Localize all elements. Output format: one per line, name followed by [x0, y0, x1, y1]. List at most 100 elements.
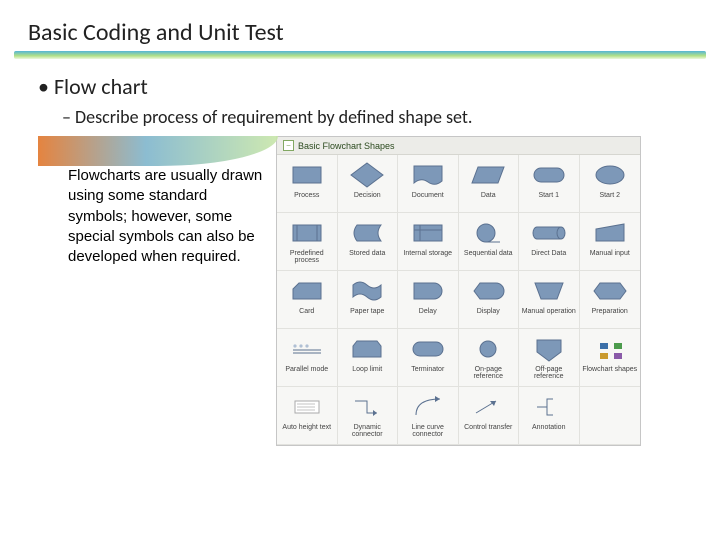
shape-cell[interactable]: Predefined process: [277, 213, 338, 271]
left-description: Flowcharts are usually drawn using some …: [38, 136, 276, 267]
shape-cell[interactable]: Dynamic connector: [338, 387, 399, 445]
shape-label: Parallel mode: [283, 365, 330, 373]
shape-label: Control transfer: [462, 423, 514, 431]
diamond-shape-icon: [347, 159, 387, 191]
shape-label: Terminator: [409, 365, 446, 373]
shape-cell[interactable]: Process: [277, 155, 338, 213]
shape-cell[interactable]: Line curve connector: [398, 387, 459, 445]
circle-shape-icon: [468, 333, 508, 365]
shape-label: Manual operation: [520, 307, 578, 315]
manualin-shape-icon: [590, 217, 630, 249]
content-row: Flowcharts are usually drawn using some …: [38, 128, 694, 446]
shape-label: Preparation: [590, 307, 630, 315]
shape-label: Start 1: [536, 191, 561, 199]
delay-shape-icon: [408, 275, 448, 307]
shape-label: Annotation: [530, 423, 567, 431]
bullet-level-1: Flow chart: [38, 73, 694, 100]
ellipse-shape-icon: [590, 159, 630, 191]
shape-cell[interactable]: Terminator: [398, 329, 459, 387]
shape-cell[interactable]: Loop limit: [338, 329, 399, 387]
parallelogram-shape-icon: [468, 159, 508, 191]
shape-label: Start 2: [597, 191, 622, 199]
textbox-shape-icon: [287, 391, 327, 423]
internal-shape-icon: [408, 217, 448, 249]
shape-label: Paper tape: [348, 307, 386, 315]
palette-title: Basic Flowchart Shapes: [298, 141, 395, 151]
slide-title: Basic Coding and Unit Test: [0, 0, 720, 51]
shape-label: Decision: [352, 191, 383, 199]
shape-cell[interactable]: Document: [398, 155, 459, 213]
shape-cell[interactable]: Manual operation: [519, 271, 580, 329]
shape-cell[interactable]: Delay: [398, 271, 459, 329]
shape-cell[interactable]: Manual input: [580, 213, 641, 271]
shape-cell[interactable]: Control transfer: [459, 387, 520, 445]
manualop-shape-icon: [529, 275, 569, 307]
title-underline: [14, 51, 706, 59]
shape-cell[interactable]: Flowchart shapes: [580, 329, 641, 387]
bullet-level-2: Describe process of requirement by defin…: [38, 100, 694, 128]
shape-label: Sequential data: [462, 249, 515, 257]
palette-header[interactable]: − Basic Flowchart Shapes: [277, 137, 640, 155]
shapes-palette: − Basic Flowchart Shapes Process Decision…: [276, 136, 641, 446]
shape-label: Internal storage: [401, 249, 454, 257]
shape-label: Direct Data: [529, 249, 568, 257]
offpage-shape-icon: [529, 333, 569, 365]
shapes-grid: Process Decision Document Data Start 1 Start …: [277, 155, 640, 445]
shape-cell[interactable]: Internal storage: [398, 213, 459, 271]
shape-label: Data: [479, 191, 498, 199]
shape-cell[interactable]: Off-page reference: [519, 329, 580, 387]
shape-label: Delay: [417, 307, 439, 315]
shape-cell[interactable]: Display: [459, 271, 520, 329]
terminator-shape-icon: [529, 159, 569, 191]
shape-label: Card: [297, 307, 316, 315]
empty-cell: [580, 387, 641, 445]
shape-label: Display: [475, 307, 502, 315]
shape-label: Dynamic connector: [338, 423, 398, 439]
document-shape-icon: [408, 159, 448, 191]
papertape-shape-icon: [347, 275, 387, 307]
collapse-icon[interactable]: −: [283, 140, 294, 151]
shape-label: Document: [410, 191, 446, 199]
swoosh-graphic: [38, 136, 278, 166]
shape-cell[interactable]: Data: [459, 155, 520, 213]
seqdata-shape-icon: [468, 217, 508, 249]
shape-cell[interactable]: Card: [277, 271, 338, 329]
shape-label: Manual input: [588, 249, 632, 257]
left-text-body: Flowcharts are usually drawn using some …: [68, 166, 268, 267]
shape-label: Stored data: [347, 249, 387, 257]
shape-cell[interactable]: Sequential data: [459, 213, 520, 271]
shape-cell[interactable]: Parallel mode: [277, 329, 338, 387]
shape-label: Flowchart shapes: [580, 365, 639, 373]
shape-label: Predefined process: [277, 249, 337, 265]
display-shape-icon: [468, 275, 508, 307]
ctrl-shape-icon: [468, 391, 508, 423]
shape-cell[interactable]: Annotation: [519, 387, 580, 445]
slide-body: Flow chart Describe process of requireme…: [0, 59, 720, 446]
shape-cell[interactable]: Start 2: [580, 155, 641, 213]
curvconn-shape-icon: [408, 391, 448, 423]
annot-shape-icon: [529, 391, 569, 423]
shape-cell[interactable]: Auto height text: [277, 387, 338, 445]
rect-shape-icon: [287, 159, 327, 191]
shape-cell[interactable]: Preparation: [580, 271, 641, 329]
cylinder-shape-icon: [529, 217, 569, 249]
shape-label: Loop limit: [350, 365, 384, 373]
predef-shape-icon: [287, 217, 327, 249]
shape-label: Auto height text: [280, 423, 333, 431]
mini-shape-icon: [590, 333, 630, 365]
shape-cell[interactable]: On-page reference: [459, 329, 520, 387]
shape-label: On-page reference: [459, 365, 519, 381]
shape-cell[interactable]: Stored data: [338, 213, 399, 271]
terminator-shape-icon: [408, 333, 448, 365]
looplimit-shape-icon: [347, 333, 387, 365]
shape-label: Off-page reference: [519, 365, 579, 381]
dynconn-shape-icon: [347, 391, 387, 423]
shape-label: Line curve connector: [398, 423, 458, 439]
shape-cell[interactable]: Paper tape: [338, 271, 399, 329]
shape-cell[interactable]: Direct Data: [519, 213, 580, 271]
parallel-shape-icon: [287, 333, 327, 365]
prep-shape-icon: [590, 275, 630, 307]
shape-cell[interactable]: Decision: [338, 155, 399, 213]
shape-cell[interactable]: Start 1: [519, 155, 580, 213]
card-shape-icon: [287, 275, 327, 307]
